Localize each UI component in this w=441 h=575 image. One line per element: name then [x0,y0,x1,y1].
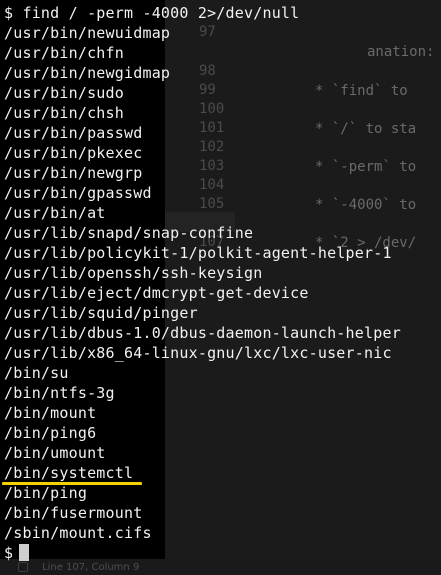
output-line: /usr/bin/newuidmap [4,24,171,42]
output-line: /usr/lib/eject/dmcrypt-get-device [4,284,309,302]
output-line: /usr/bin/pkexec [4,144,143,162]
output-line: /usr/bin/chfn [4,44,124,62]
output-line-highlighted: /bin/systemctl [4,464,134,482]
output-line: /bin/ping6 [4,424,97,442]
terminal-output: $ find / -perm -4000 2>/dev/null /usr/bi… [0,0,441,575]
output-line: /bin/mount [4,404,97,422]
output-line: /usr/lib/snapd/snap-confine [4,224,254,242]
output-line: /usr/bin/passwd [4,124,143,142]
output-line: /bin/ntfs-3g [4,384,115,402]
highlight-underline [2,482,142,485]
output-line: /usr/lib/openssh/ssh-keysign [4,264,263,282]
output-line: /bin/umount [4,444,106,462]
output-line: /usr/bin/newgidmap [4,64,171,82]
text-cursor [19,544,30,561]
prompt-symbol: $ [4,544,14,562]
output-line: /bin/su [4,364,69,382]
output-line: /usr/bin/at [4,204,106,222]
output-line: /usr/lib/policykit-1/polkit-agent-helper… [4,244,392,262]
output-line: /bin/ping [4,484,88,502]
output-line: /usr/bin/chsh [4,104,124,122]
output-line: /usr/lib/squid/pinger [4,304,198,322]
command-line: $ find / -perm -4000 2>/dev/null [4,4,300,22]
output-line: /usr/lib/dbus-1.0/dbus-daemon-launch-hel… [4,324,401,342]
output-line: /bin/fusermount [4,504,143,522]
output-line: /sbin/mount.cifs [4,524,152,542]
output-line: /usr/bin/gpasswd [4,184,152,202]
output-line: /usr/bin/newgrp [4,164,143,182]
prompt-line[interactable]: $ [4,543,30,563]
output-line: /usr/bin/sudo [4,84,124,102]
output-line: /usr/lib/x86_64-linux-gnu/lxc/lxc-user-n… [4,344,392,362]
